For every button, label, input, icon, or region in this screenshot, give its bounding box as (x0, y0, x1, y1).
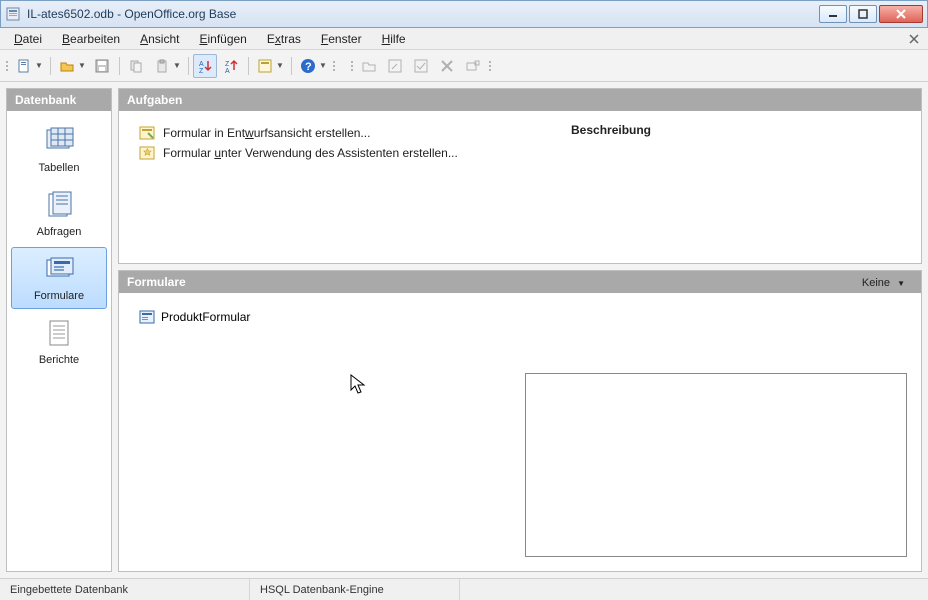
forms-icon (41, 254, 77, 284)
sort-desc-button[interactable]: ZA (219, 54, 243, 78)
toolbar-handle[interactable] (331, 61, 337, 71)
preview-pane (525, 373, 907, 557)
toolbar: ▼ ▼ ▼ AZ ZA ▼ ? ▼ (0, 50, 928, 82)
paste-button[interactable] (150, 54, 174, 78)
chevron-down-icon[interactable]: ▼ (276, 61, 284, 70)
svg-text:Z: Z (199, 68, 204, 74)
tasks-list: Formular in Entwurfsansicht erstellen...… (119, 111, 551, 263)
tasks-panel: Aufgaben Formular in Entwurfsansicht ers… (118, 88, 922, 264)
toolbar-handle[interactable] (349, 61, 355, 71)
status-spacer (460, 579, 928, 600)
menu-help[interactable]: Hilfe (374, 30, 414, 48)
maximize-button[interactable] (849, 5, 877, 23)
form-button[interactable] (253, 54, 277, 78)
reports-icon (41, 318, 77, 348)
task-label: Formular in Entwurfsansicht erstellen... (163, 126, 370, 140)
status-embedded: Eingebettete Datenbank (0, 579, 250, 600)
menu-label: Bearbeiten (62, 32, 120, 46)
menu-extras[interactable]: Extras (259, 30, 309, 48)
menu-window[interactable]: Fenster (313, 30, 370, 48)
menu-file[interactable]: Datei (6, 30, 50, 48)
task-label: Formular unter Verwendung des Assistente… (163, 146, 458, 160)
menu-label: Ansicht (140, 32, 179, 46)
form-icon (139, 309, 155, 325)
sidebar-item-reports[interactable]: Berichte (11, 311, 107, 373)
tool-delete-icon[interactable] (435, 54, 459, 78)
tasks-body: Formular in Entwurfsansicht erstellen...… (119, 111, 921, 263)
view-mode-label: Keine (862, 277, 890, 289)
sidebar-item-label: Berichte (39, 354, 79, 366)
status-engine: HSQL Datenbank-Engine (250, 579, 460, 600)
sidebar-item-label: Abfragen (37, 226, 82, 238)
chevron-down-icon[interactable]: ▼ (173, 61, 181, 70)
toolbar-separator (288, 54, 294, 78)
chevron-down-icon[interactable]: ▼ (78, 61, 86, 70)
tool-rename-icon[interactable] (461, 54, 485, 78)
menu-view[interactable]: Ansicht (132, 30, 187, 48)
status-bar: Eingebettete Datenbank HSQL Datenbank-En… (0, 578, 928, 600)
description-label: Beschreibung (551, 111, 921, 263)
menu-label: Fenster (321, 32, 362, 46)
menu-label: Einfügen (199, 32, 246, 46)
chevron-down-icon: ▼ (897, 279, 905, 288)
task-create-with-wizard[interactable]: Formular unter Verwendung des Assistente… (139, 143, 531, 163)
toolbar-separator (116, 54, 122, 78)
menu-close-icon[interactable] (906, 31, 922, 47)
toolbar-separator (185, 54, 191, 78)
toolbar-handle[interactable] (487, 61, 493, 71)
svg-text:?: ? (305, 61, 312, 73)
task-create-design-view[interactable]: Formular in Entwurfsansicht erstellen... (139, 123, 531, 143)
toolbar-separator (245, 54, 251, 78)
close-button[interactable] (879, 5, 923, 23)
menu-edit[interactable]: Bearbeiten (54, 30, 128, 48)
save-button[interactable] (90, 54, 114, 78)
forms-header: Formulare (119, 271, 921, 293)
svg-text:A: A (225, 68, 230, 74)
copy-button[interactable] (124, 54, 148, 78)
minimize-button[interactable] (819, 5, 847, 23)
title-bar: IL-ates6502.odb - OpenOffice.org Base (0, 0, 928, 28)
view-mode-selector[interactable]: Keine ▼ (862, 277, 905, 289)
wizard-form-icon (139, 145, 155, 161)
tables-icon (41, 126, 77, 156)
toolbar-handle[interactable] (4, 61, 10, 71)
sort-asc-button[interactable]: AZ (193, 54, 217, 78)
sidebar-item-forms[interactable]: Formulare (11, 247, 107, 309)
menu-bar: Datei Bearbeiten Ansicht Einfügen Extras… (0, 28, 928, 50)
forms-toolbar: Keine ▼ (119, 293, 921, 305)
design-form-icon (139, 125, 155, 141)
sidebar-item-label: Tabellen (39, 162, 80, 174)
app-icon (5, 6, 21, 22)
menu-label: Hilfe (382, 32, 406, 46)
list-item[interactable]: ProduktFormular (139, 307, 901, 327)
sidebar-nav: Tabellen Abfragen Formulare Berichte (7, 111, 111, 571)
window-controls (819, 5, 923, 23)
tool-edit-icon[interactable] (383, 54, 407, 78)
toolbar-separator (47, 54, 53, 78)
menu-insert[interactable]: Einfügen (191, 30, 254, 48)
svg-text:A: A (199, 61, 204, 68)
sidebar-header: Datenbank (7, 89, 111, 111)
menu-label: Extras (267, 32, 301, 46)
tool-open-icon[interactable] (357, 54, 381, 78)
window-title: IL-ates6502.odb - OpenOffice.org Base (27, 7, 813, 21)
help-button[interactable]: ? (296, 54, 320, 78)
sidebar-item-label: Formulare (34, 290, 84, 302)
sidebar-item-tables[interactable]: Tabellen (11, 119, 107, 181)
open-button[interactable] (55, 54, 79, 78)
tool-check-icon[interactable] (409, 54, 433, 78)
form-item-label: ProduktFormular (161, 310, 250, 324)
workspace: Datenbank Tabellen Abfragen Formulare Be… (0, 82, 928, 578)
queries-icon (41, 190, 77, 220)
sidebar-item-queries[interactable]: Abfragen (11, 183, 107, 245)
forms-panel: Formulare Keine ▼ ProduktFormular (118, 270, 922, 572)
new-doc-button[interactable] (12, 54, 36, 78)
sidebar: Datenbank Tabellen Abfragen Formulare Be… (6, 88, 112, 572)
chevron-down-icon[interactable]: ▼ (319, 61, 327, 70)
main-column: Aufgaben Formular in Entwurfsansicht ers… (118, 88, 922, 572)
svg-text:Z: Z (225, 61, 230, 68)
menu-label: Datei (14, 32, 42, 46)
chevron-down-icon[interactable]: ▼ (35, 61, 43, 70)
tasks-header: Aufgaben (119, 89, 921, 111)
